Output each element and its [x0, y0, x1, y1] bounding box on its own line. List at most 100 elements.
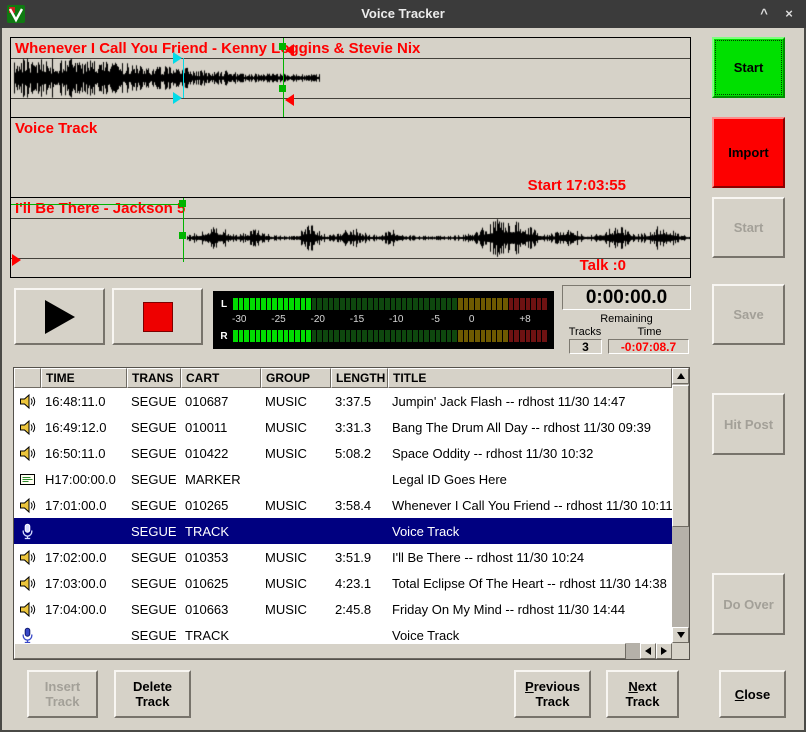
meter-scale-label: -25	[271, 314, 285, 325]
log-body: 16:48:11.0SEGUE010687MUSIC3:37.5Jumpin' …	[14, 388, 672, 643]
close-button[interactable]: Close	[719, 670, 786, 718]
meter-segment	[464, 330, 469, 342]
column-header-trans[interactable]: TRANS	[127, 368, 181, 388]
cell-trans: SEGUE	[127, 394, 181, 409]
meter-segment	[430, 298, 435, 310]
segue-start-handle[interactable]	[12, 254, 21, 266]
speaker-icon	[14, 393, 41, 410]
meter-scale-label: +8	[519, 314, 530, 325]
cell-length: 5:08.2	[331, 446, 388, 461]
arrow-up-icon	[677, 373, 685, 379]
meter-scale-label: -30	[232, 314, 246, 325]
next-track-button[interactable]: NextTrack	[606, 670, 679, 718]
column-header-group[interactable]: GROUP	[261, 368, 331, 388]
log-row[interactable]: 16:48:11.0SEGUE010687MUSIC3:37.5Jumpin' …	[14, 388, 672, 414]
record-start-button[interactable]: Start	[712, 37, 785, 98]
meter-segment	[509, 330, 514, 342]
cell-trans: SEGUE	[127, 576, 181, 591]
column-header-time[interactable]: TIME	[41, 368, 127, 388]
track-start-marker-line[interactable]	[183, 198, 184, 262]
end-marker-handle-top[interactable]	[285, 44, 294, 56]
meter-segment	[250, 330, 255, 342]
scroll-up-button[interactable]	[672, 368, 689, 384]
meter-segment	[452, 298, 457, 310]
scroll-left-button[interactable]	[640, 643, 656, 659]
import-button[interactable]: Import	[712, 117, 785, 188]
column-header-length[interactable]: LENGTH	[331, 368, 388, 388]
waveform-panel-track1[interactable]: Whenever I Call You Friend - Kenny Loggi…	[10, 37, 691, 118]
meter-segment	[413, 330, 418, 342]
meter-segment	[413, 298, 418, 310]
log-row[interactable]: H17:00:00.0SEGUEMARKERLegal ID Goes Here	[14, 466, 672, 492]
fade-marker-line[interactable]	[183, 58, 184, 98]
previous-track-label2: Track	[525, 694, 580, 709]
cell-title: Whenever I Call You Friend -- rdhost 11/…	[388, 498, 672, 513]
meter-segment	[261, 298, 266, 310]
segue-marker-handle-mid[interactable]	[279, 85, 286, 92]
track2-start-time: Start 17:03:55	[528, 177, 626, 194]
vertical-scroll-thumb[interactable]	[672, 385, 689, 527]
cell-time: 17:02:00.0	[41, 550, 127, 565]
log-row[interactable]: 16:50:11.0SEGUE010422MUSIC5:08.2Space Od…	[14, 440, 672, 466]
log-row[interactable]: SEGUETRACKVoice Track	[14, 518, 672, 544]
meter-segment	[267, 330, 272, 342]
shade-button[interactable]: ^	[754, 5, 774, 22]
vertical-scrollbar[interactable]	[672, 368, 689, 643]
log-row[interactable]: 17:03:00.0SEGUE010625MUSIC4:23.1Total Ec…	[14, 570, 672, 596]
next-track-label2: Track	[626, 694, 660, 709]
meter-segment	[368, 330, 373, 342]
cell-title: Jumpin' Jack Flash -- rdhost 11/30 14:47	[388, 394, 672, 409]
log-row[interactable]: 17:02:00.0SEGUE010353MUSIC3:51.9I'll Be …	[14, 544, 672, 570]
meter-segment	[402, 330, 407, 342]
insert-track-label2: Track	[45, 694, 80, 709]
marker-icon	[14, 471, 41, 488]
delete-track-button[interactable]: DeleteTrack	[114, 670, 191, 718]
cell-cart: 010663	[181, 602, 261, 617]
titlebar[interactable]: Voice Tracker ^ ×	[0, 0, 806, 28]
cell-time: 16:50:11.0	[41, 446, 127, 461]
waveform-panel-voicetrack[interactable]: Voice Track Start 17:03:55	[10, 117, 691, 198]
horizontal-scroll-thumb[interactable]	[14, 643, 626, 659]
arrow-left-icon	[645, 647, 651, 655]
meter-segment	[419, 298, 424, 310]
meter-segment	[385, 298, 390, 310]
horizontal-scrollbar[interactable]	[14, 643, 672, 659]
column-header-cart[interactable]: CART	[181, 368, 261, 388]
cell-length: 2:45.8	[331, 602, 388, 617]
play-button[interactable]	[14, 288, 105, 345]
track-start-handle-top[interactable]	[179, 200, 186, 207]
log-row[interactable]: 16:49:12.0SEGUE010011MUSIC3:31.3Bang The…	[14, 414, 672, 440]
meter-right-label: R	[215, 331, 233, 342]
fade-marker-handle-top[interactable]	[173, 52, 182, 64]
column-header-title[interactable]: TITLE	[388, 368, 672, 388]
log-row[interactable]: SEGUETRACKVoice Track	[14, 622, 672, 643]
track-start-handle-mid[interactable]	[179, 232, 186, 239]
meter-segment	[301, 298, 306, 310]
previous-track-button[interactable]: PreviousTrack	[514, 670, 591, 718]
delete-track-label2: Track	[133, 694, 172, 709]
meter-segment	[272, 298, 277, 310]
meter-scale-label: -10	[389, 314, 403, 325]
track3-title: I'll Be There - Jackson 5	[15, 200, 185, 217]
column-header-icon[interactable]	[14, 368, 41, 388]
cell-time: 17:01:00.0	[41, 498, 127, 513]
track2-title: Voice Track	[15, 120, 97, 137]
stop-button[interactable]	[112, 288, 203, 345]
save-button: Save	[712, 284, 785, 345]
log-row[interactable]: 17:04:00.0SEGUE010663MUSIC2:45.8Friday O…	[14, 596, 672, 622]
meter-segment	[447, 330, 452, 342]
log-row[interactable]: 17:01:00.0SEGUE010265MUSIC3:58.4Whenever…	[14, 492, 672, 518]
meter-segment	[329, 298, 334, 310]
scroll-down-button[interactable]	[672, 627, 689, 643]
fade-marker-handle-bottom[interactable]	[173, 92, 182, 104]
close-window-button[interactable]: ×	[779, 5, 799, 22]
waveform-panel-track3[interactable]: I'll Be There - Jackson 5 Talk :0	[10, 197, 691, 278]
meter-segment	[357, 298, 362, 310]
end-marker-handle-bottom[interactable]	[285, 94, 294, 106]
lane-line	[11, 98, 690, 99]
meter-segment	[514, 330, 519, 342]
horizontal-scroll-track[interactable]	[626, 643, 640, 659]
meter-segment	[295, 330, 300, 342]
meter-segment	[340, 330, 345, 342]
scroll-right-button[interactable]	[656, 643, 672, 659]
